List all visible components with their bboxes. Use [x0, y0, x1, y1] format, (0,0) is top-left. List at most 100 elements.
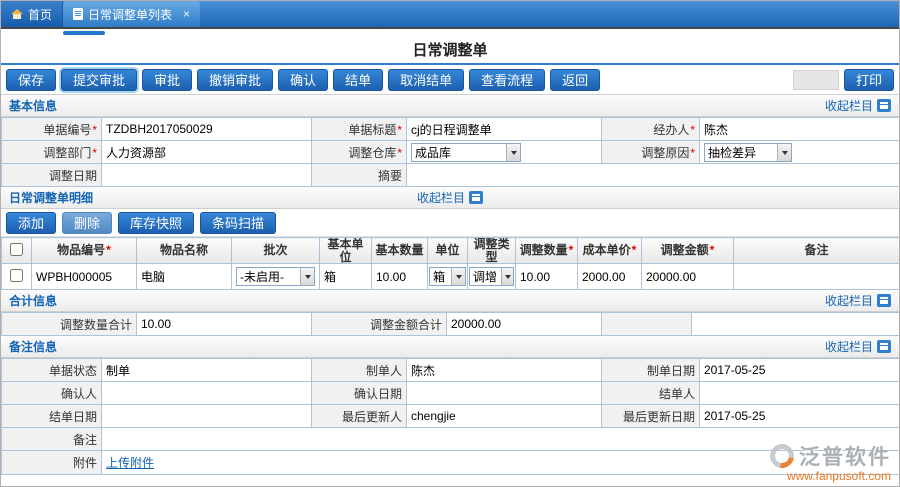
approve-button[interactable]: 审批 [142, 69, 192, 91]
item-name-field[interactable]: 电脑 [137, 264, 232, 290]
label-text: 调整部门 [43, 146, 91, 160]
home-icon [11, 9, 23, 19]
close-date-value [102, 405, 312, 428]
close-icon[interactable]: × [183, 8, 190, 20]
upload-attachment-link[interactable]: 上传附件 [106, 456, 154, 470]
create-date-value: 2017-05-25 [700, 359, 900, 382]
remarks-grid: 单据状态 制单 制单人 陈杰 制单日期 2017-05-25 确认人 确认日期 … [1, 358, 900, 475]
close-date-label: 结单日期 [2, 405, 102, 428]
dept-field[interactable]: 人力资源部 [102, 141, 312, 164]
barcode-scan-button[interactable]: 条码扫描 [200, 212, 276, 234]
last-updater-label: 最后更新人 [312, 405, 407, 428]
last-update-date-value: 2017-05-25 [700, 405, 900, 428]
required-mark: * [106, 243, 111, 257]
col-unit: 单位 [428, 238, 468, 264]
section-header-remarks: 备注信息 收起栏目 [1, 336, 899, 358]
select-all-cell [2, 238, 32, 264]
cancel-close-button[interactable]: 取消结单 [388, 69, 464, 91]
remark-field[interactable] [734, 264, 900, 290]
remarks-attachment-row: 附件 上传附件 [2, 451, 900, 475]
col-label: 调整金额 [661, 243, 709, 257]
row-checkbox[interactable] [10, 269, 23, 282]
adjust-type-select-value: 调增 [473, 268, 497, 285]
last-update-date-label: 最后更新日期 [602, 405, 700, 428]
unit-cell: 箱 [428, 264, 468, 290]
adjust-date-field[interactable] [102, 164, 312, 187]
doc-title-field[interactable]: cj的日程调整单 [407, 118, 602, 141]
print-button[interactable]: 打印 [844, 69, 894, 91]
collapse-totals-link[interactable]: 收起栏目 [825, 292, 891, 309]
unit-cost-field[interactable]: 2000.00 [578, 264, 642, 290]
unit-select-value: 箱 [433, 268, 445, 285]
warehouse-select[interactable]: 成品库 [411, 143, 521, 162]
document-icon [73, 8, 83, 20]
adjust-qty-field[interactable]: 10.00 [516, 264, 578, 290]
doc-no-field[interactable]: TZDBH2017050029 [102, 118, 312, 141]
adjust-type-select[interactable]: 调增 [469, 267, 514, 286]
confirmer-value [102, 382, 312, 405]
confirm-date-label: 确认日期 [312, 382, 407, 405]
chevron-down-icon [451, 268, 465, 285]
collapse-icon [877, 99, 891, 112]
last-updater-value: chengjie [407, 405, 602, 428]
revoke-approval-button[interactable]: 撤销审批 [197, 69, 273, 91]
item-no-field[interactable]: WPBH000005 [32, 264, 137, 290]
label-text: 单据标题 [348, 123, 396, 137]
close-order-button[interactable]: 结单 [333, 69, 383, 91]
collapse-detail-link[interactable]: 收起栏目 [417, 189, 483, 206]
reason-select[interactable]: 抽检差异 [704, 143, 792, 162]
amount-field: 20000.00 [642, 264, 734, 290]
base-unit-field: 箱 [320, 264, 372, 290]
adjust-date-label: 调整日期 [2, 164, 102, 187]
summary-field[interactable] [407, 164, 900, 187]
doc-title-label: 单据标题* [312, 118, 407, 141]
empty-label-cell [602, 313, 692, 336]
stock-snapshot-button[interactable]: 库存快照 [118, 212, 194, 234]
operator-field[interactable]: 陈杰 [700, 118, 900, 141]
closer-value [700, 382, 900, 405]
confirm-button[interactable]: 确认 [278, 69, 328, 91]
collapse-icon [877, 340, 891, 353]
doc-status-label: 单据状态 [2, 359, 102, 382]
chevron-down-icon [506, 144, 520, 161]
tab-adjustment-list[interactable]: 日常调整单列表 × [63, 1, 200, 27]
required-mark: * [569, 243, 574, 257]
col-remark: 备注 [734, 238, 900, 264]
col-item-name: 物品名称 [137, 238, 232, 264]
chevron-down-icon [777, 144, 791, 161]
basic-row-1: 单据编号* TZDBH2017050029 单据标题* cj的日程调整单 经办人… [2, 118, 900, 141]
section-header-totals: 合计信息 收起栏目 [1, 290, 899, 312]
page-title: 日常调整单 [1, 37, 899, 65]
toolbar: 保存 提交审批 审批 撤销审批 确认 结单 取消结单 查看流程 返回 打印 [1, 65, 899, 95]
add-button[interactable]: 添加 [6, 212, 56, 234]
batch-select[interactable]: -未启用- [236, 267, 315, 286]
required-mark: * [632, 243, 637, 257]
reason-label: 调整原因* [602, 141, 700, 164]
tab-home[interactable]: 首页 [1, 1, 63, 27]
unit-select[interactable]: 箱 [429, 267, 466, 286]
confirmer-label: 确认人 [2, 382, 102, 405]
row-select-cell [2, 264, 32, 290]
note-label: 备注 [2, 428, 102, 451]
creator-label: 制单人 [312, 359, 407, 382]
select-all-checkbox[interactable] [10, 243, 23, 256]
collapse-icon [469, 191, 483, 204]
required-mark: * [92, 146, 97, 160]
view-flow-button[interactable]: 查看流程 [469, 69, 545, 91]
save-button[interactable]: 保存 [6, 69, 56, 91]
submit-approval-button[interactable]: 提交审批 [61, 69, 137, 91]
col-label: 调整数量 [520, 243, 568, 257]
scrollbar-thumb[interactable] [63, 31, 105, 35]
batch-select-value: -未启用- [240, 268, 284, 285]
collapse-icon [877, 294, 891, 307]
remarks-note-row: 备注 [2, 428, 900, 451]
collapse-basic-link[interactable]: 收起栏目 [825, 97, 891, 114]
delete-button[interactable]: 删除 [62, 212, 112, 234]
col-adjust-type: 调整类型 [468, 238, 516, 264]
return-button[interactable]: 返回 [550, 69, 600, 91]
watermark: 泛普软件 www.fanpusoft.com [770, 441, 891, 483]
total-qty-value: 10.00 [137, 313, 312, 336]
fanpu-logo-icon [765, 439, 798, 472]
collapse-remarks-link[interactable]: 收起栏目 [825, 338, 891, 355]
col-base-qty: 基本数量 [372, 238, 428, 264]
